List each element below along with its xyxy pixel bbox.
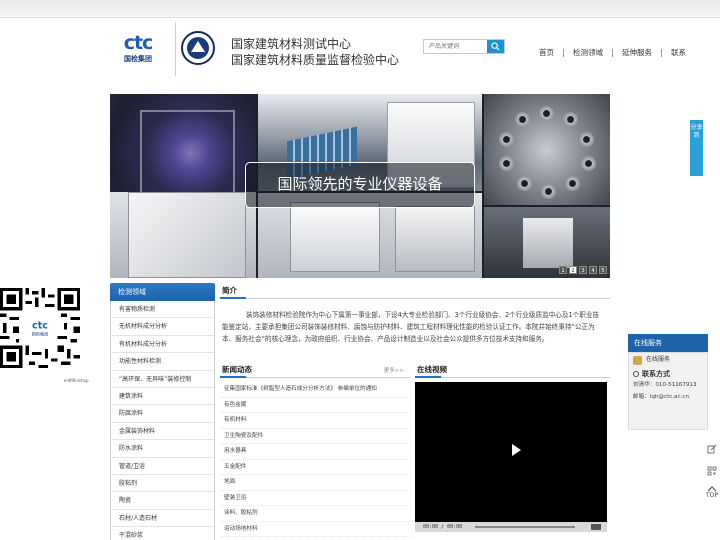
banner-pagination: 1 2 3 4 5 (559, 266, 607, 274)
banner-caption: 国际领先的专业仪器设备 (245, 162, 475, 208)
volume-icon[interactable] (591, 524, 601, 530)
share-label: 分享到 (690, 124, 703, 139)
online-service-link[interactable]: 在线服务 (633, 353, 707, 367)
news-item[interactable]: 涂料、胶粘剂 (220, 506, 410, 522)
sidebar-list: 有害物质检测 无机材料成分分析 有机材料成分分析 功能性材料检测 “高环保、无异… (110, 301, 215, 540)
banner-page-dot[interactable]: 3 (579, 266, 587, 274)
news-list: 征集国家标准《树脂型人造石成分分析方法》 参编单位的通知 有色金属 有机材料 卫… (220, 382, 410, 537)
video-progress-track[interactable] (475, 526, 575, 528)
intro-text: 装饰装修材料检验院作为中心下属第一事业部，下设4大专业检验部门、3个行业级协会、… (222, 311, 600, 343)
org-name-line-2: 国家建筑材料质量监督检验中心 (231, 53, 400, 67)
banner-page-dot-active[interactable]: 2 (569, 266, 577, 274)
qrcode-tool-button[interactable] (704, 462, 720, 480)
header-divider (175, 22, 176, 76)
main-nav: 首页 检测领域 延伸服务 联系 (530, 47, 695, 59)
news-item[interactable]: 用水器具 (220, 444, 410, 460)
intro-header: 简介 (220, 283, 610, 299)
search-button[interactable] (487, 40, 504, 53)
qr-code-image: ctc 国检集团 (0, 284, 80, 372)
back-to-top-label: TOP (705, 492, 718, 499)
news-more-link[interactable]: 更多>> (384, 366, 404, 374)
video-header: 在线视频 (415, 362, 610, 378)
news-item[interactable]: 运动场地材料 (220, 522, 410, 537)
center-emblem-logo (181, 31, 215, 65)
news-header: 新闻动态 更多>> (220, 362, 410, 378)
sidebar-item[interactable]: 功能性材料检测 (111, 353, 214, 371)
browser-top-strip (0, 0, 720, 18)
news-item[interactable]: 地面 (220, 475, 410, 491)
video-section: 在线视频 00:00 / 00:00 (415, 362, 610, 532)
edit-icon (707, 444, 717, 454)
ctc-logo[interactable]: ctc 国检集团 (120, 34, 156, 64)
sidebar-item[interactable]: 防腐涂料 (111, 405, 214, 423)
nav-contact[interactable]: 联系 (662, 47, 695, 59)
ctc-logo-mark: ctc (123, 32, 154, 54)
news-item[interactable]: 五金配件 (220, 460, 410, 475)
sidebar-title: 检测领域 (110, 283, 215, 301)
banner-page-dot[interactable]: 4 (589, 266, 597, 274)
search-box (423, 39, 505, 54)
news-item[interactable]: 有色金属 (220, 398, 410, 413)
news-item[interactable]: 征集国家标准《树脂型人造石成分分析方法》 参编单位的通知 (220, 382, 410, 398)
testing-fields-sidebar: 检测领域 有害物质检测 无机材料成分分析 有机材料成分分析 功能性材料检测 “高… (110, 283, 215, 540)
video-time: 00:00 / 00:00 (423, 524, 463, 530)
sidebar-item[interactable]: 有害物质检测 (111, 301, 214, 319)
back-to-top-button[interactable]: TOP (704, 484, 720, 502)
sidebar-item[interactable]: 胶粘剂 (111, 475, 214, 493)
org-names: 国家建筑材料测试中心 国家建筑材料质量监督检验中心 (231, 36, 399, 68)
sidebar-item[interactable]: 有机材料成分分析 (111, 336, 214, 354)
qr-center-logo-text: ctc (32, 320, 48, 331)
news-title: 新闻动态 (222, 365, 252, 374)
qr-code-block: ctc 国检集团 e-Wifinishop (0, 284, 89, 383)
nav-extended-services[interactable]: 延伸服务 (613, 47, 661, 59)
banner-page-dot[interactable]: 1 (559, 266, 567, 274)
sidebar-item[interactable]: 金属装饰材料 (111, 423, 214, 441)
sidebar-item[interactable]: 管道/卫浴 (111, 458, 214, 475)
sidebar-item[interactable]: 建筑涂料 (111, 388, 214, 406)
nav-home[interactable]: 首页 (530, 47, 563, 59)
news-item[interactable]: 有机材料 (220, 413, 410, 429)
ctc-logo-subtitle: 国检集团 (124, 55, 152, 63)
search-icon (491, 42, 500, 51)
news-section: 新闻动态 更多>> 征集国家标准《树脂型人造石成分分析方法》 参编单位的通知 有… (220, 362, 410, 537)
banner-page-dot[interactable]: 5 (599, 266, 607, 274)
sidebar-item[interactable]: “高环保、无异味”装修控制 (111, 371, 214, 388)
qrcode-icon (707, 466, 717, 476)
news-item[interactable]: 卫生陶瓷及配件 (220, 429, 410, 444)
video-player[interactable]: 00:00 / 00:00 (415, 382, 607, 532)
search-input[interactable] (424, 40, 488, 53)
sidebar-item[interactable]: 石材/人造石材 (111, 510, 214, 528)
contact-icon (633, 371, 639, 377)
sidebar-item[interactable]: 干混砂浆 (111, 527, 214, 540)
contact-email: 邮箱：lqh@ctc.ac.cn (633, 394, 690, 400)
sidebar-item[interactable]: 防水涂料 (111, 440, 214, 458)
video-title: 在线视频 (417, 365, 447, 374)
intro-section: 简介 装饰装修材料检验院作为中心下属第一事业部，下设4大专业检验部门、3个行业级… (220, 283, 610, 345)
online-service-panel: 在线服务 在线服务 联系方式 刘清华：010-51167913 邮箱：lqh@c… (628, 334, 708, 430)
contact-person: 刘清华：010-51167913 (633, 382, 697, 388)
video-controls: 00:00 / 00:00 (415, 522, 607, 532)
sidebar-item[interactable]: 无机材料成分分析 (111, 318, 214, 336)
contact-title: 联系方式 (633, 369, 707, 379)
intro-title: 简介 (222, 286, 237, 295)
chat-icon (633, 355, 642, 365)
sidebar-item[interactable]: 陶瓷 (111, 492, 214, 510)
online-service-title: 在线服务 (628, 334, 708, 352)
news-item[interactable]: 壁装卫浴 (220, 491, 410, 506)
banner-photo-sample-tray (483, 94, 610, 206)
share-tab[interactable]: 分享到 (690, 120, 703, 176)
edit-tool-button[interactable] (704, 440, 720, 458)
hero-banner[interactable]: 国际领先的专业仪器设备 1 2 3 4 5 (110, 94, 610, 278)
qr-center-logo-subtitle: 国检集团 (32, 330, 49, 336)
org-name-line-1: 国家建筑材料测试中心 (231, 37, 352, 51)
qr-caption: e-Wifinishop (64, 378, 89, 383)
side-toolbar: TOP (704, 440, 720, 506)
play-icon[interactable] (512, 444, 521, 456)
nav-testing-fields[interactable]: 检测领域 (564, 47, 612, 59)
